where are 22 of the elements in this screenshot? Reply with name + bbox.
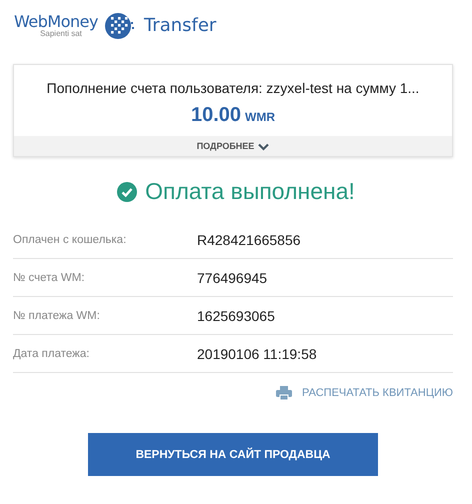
printer-icon [276, 386, 292, 400]
return-button[interactable]: ВЕРНУТЬСЯ НА САЙТ ПРОДАВЦА [88, 433, 378, 476]
globe-logo-icon [104, 12, 134, 40]
payment-description: Пополнение счета пользователя: zzyxel-test на сумму 1... [46, 79, 420, 96]
detail-value: 776496945 [197, 270, 268, 286]
payment-amount: 10.00 [190, 104, 242, 126]
currency-code: WMR [245, 110, 276, 124]
chevron-icon [258, 142, 270, 150]
print-receipt-link[interactable]: РАСПЕЧАТАТЬ КВИТАНЦИЮ [276, 386, 453, 400]
detail-label: Оплачен с кошелька: [13, 234, 128, 246]
detail-value: 20190106 11:19:58 [197, 346, 317, 362]
detail-label: № платежа WM: [13, 310, 101, 322]
detail-value: 1625693065 [197, 308, 275, 324]
status-message: Оплата выполнена! [145, 178, 355, 205]
detail-label: № счета WM: [13, 272, 86, 284]
logo-product: Transfer [144, 15, 216, 36]
logo-motto: Sapienti sat [40, 30, 82, 38]
check-circle-icon [117, 182, 138, 202]
details-toggle[interactable]: ПОДРОБНЕЕ [14, 136, 452, 156]
detail-value: R428421665856 [197, 232, 301, 248]
logo-brand: WebMoney [14, 13, 98, 30]
detail-label: Дата платежа: [13, 348, 90, 360]
